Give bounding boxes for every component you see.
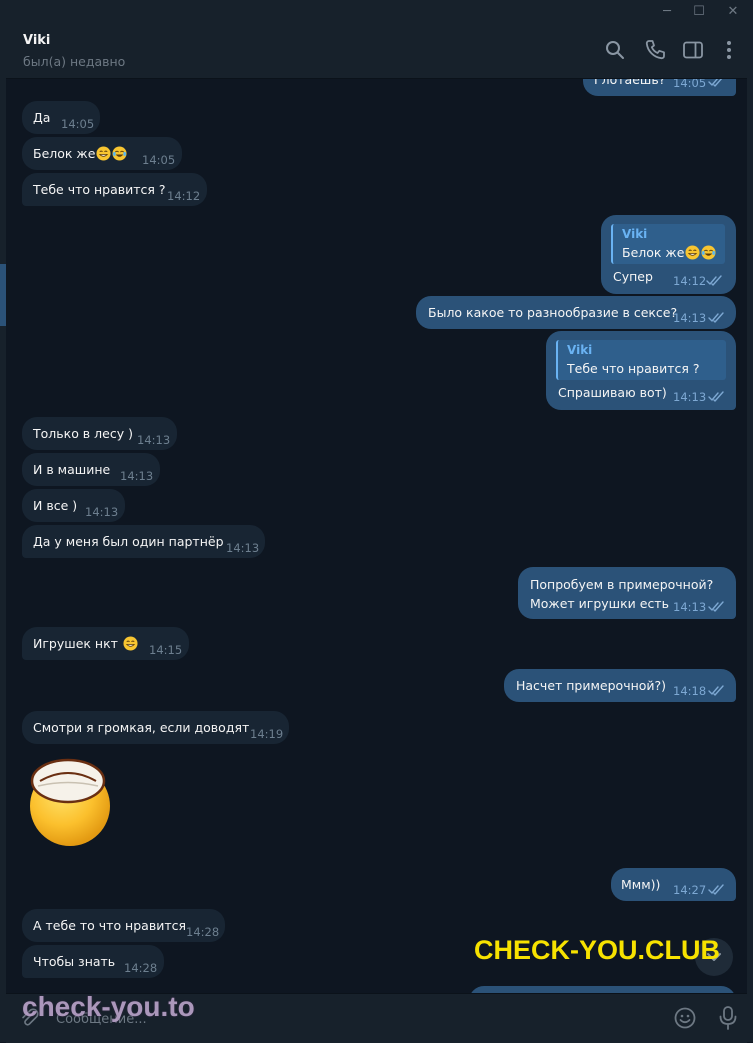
message-text: Спрашиваю вот) xyxy=(558,385,667,400)
message-text: Белок же xyxy=(33,146,127,161)
message-time: 14:13 xyxy=(673,390,707,404)
more-icon[interactable] xyxy=(717,38,741,62)
reply-text: Белок же xyxy=(622,245,716,260)
message-incoming[interactable]: Игрушек нкт 14:15 xyxy=(22,627,189,660)
message-outgoing[interactable]: Глотаешь? 14:05 xyxy=(583,79,736,96)
message-text: Ммм)) xyxy=(621,877,661,892)
right-panel-edge xyxy=(747,24,753,1042)
watermark-bottom: check-you.to xyxy=(22,991,195,1022)
message-time: 14:27 xyxy=(673,883,707,897)
message-text: Только в лесу ) xyxy=(33,426,133,441)
reply-quote[interactable]: Viki Белок же xyxy=(611,224,725,264)
grin-emoji-icon xyxy=(96,146,111,161)
reply-author: Viki xyxy=(622,227,648,241)
message-text: Да xyxy=(33,110,51,125)
message-outgoing[interactable]: Попробуем в примерочной? Может игрушки е… xyxy=(518,567,736,619)
read-check-icon xyxy=(708,391,724,402)
message-text: Да у меня был один партнёр xyxy=(33,534,224,549)
message-time: 14:13 xyxy=(226,541,260,555)
message-time: 14:15 xyxy=(149,643,183,657)
message-text: Смотри я громкая, если доводят xyxy=(33,720,250,735)
message-time: 14:13 xyxy=(85,505,119,519)
message-outgoing-partial[interactable] xyxy=(469,986,736,993)
message-time: 14:13 xyxy=(137,433,171,447)
message-incoming[interactable]: Только в лесу ) 14:13 xyxy=(22,417,177,450)
message-time: 14:28 xyxy=(124,961,158,975)
reply-author: Viki xyxy=(567,343,593,357)
message-incoming[interactable]: Да 14:05 xyxy=(22,101,100,134)
read-check-icon xyxy=(708,685,724,696)
message-incoming[interactable]: Чтобы знать 14:28 xyxy=(22,945,164,978)
microphone-icon[interactable] xyxy=(717,1005,739,1031)
message-time: 14:19 xyxy=(250,727,284,741)
watermark-top: CHECK-YOU.CLUB xyxy=(474,935,720,965)
title-bar: ─ ☐ ✕ xyxy=(0,0,753,24)
phone-icon[interactable] xyxy=(643,38,667,62)
message-text: Супер xyxy=(613,269,653,284)
message-text-line: Попробуем в примерочной? xyxy=(530,577,714,592)
message-list[interactable]: Глотаешь? 14:05 Да 14:05 Белок же 14:05 … xyxy=(6,79,747,993)
message-text: Глотаешь? xyxy=(594,79,666,87)
message-text: А тебе то что нравится xyxy=(33,918,186,933)
emoji-icon[interactable] xyxy=(673,1006,697,1030)
grin-emoji-icon xyxy=(685,245,700,260)
message-time: 14:05 xyxy=(673,79,707,90)
contact-status: был(а) недавно xyxy=(23,54,126,69)
message-time: 14:28 xyxy=(186,925,220,939)
message-outgoing[interactable]: Насчет примерочной?) 14:18 xyxy=(504,669,736,702)
read-check-icon xyxy=(708,79,723,87)
sidebar-toggle-icon[interactable] xyxy=(681,38,705,62)
message-outgoing[interactable]: Было какое то разнообразие в сексе? 14:1… xyxy=(416,296,736,329)
close-button[interactable]: ✕ xyxy=(718,0,748,24)
message-time: 14:13 xyxy=(673,311,707,325)
read-check-icon xyxy=(708,884,724,895)
minimize-button[interactable]: ─ xyxy=(652,0,682,24)
reply-text: Тебе что нравится ? xyxy=(567,361,700,376)
sticker-halo-emoji[interactable] xyxy=(26,755,114,847)
message-time: 14:18 xyxy=(673,684,707,698)
message-incoming[interactable]: Да у меня был один партнёр 14:13 xyxy=(22,525,265,558)
message-text: И все ) xyxy=(33,498,78,513)
read-check-icon xyxy=(708,312,724,323)
chat-header[interactable]: Viki был(а) недавно xyxy=(6,24,747,79)
message-incoming[interactable]: Тебе что нравится ? 14:12 xyxy=(22,173,207,206)
search-icon[interactable] xyxy=(603,38,627,62)
grin-emoji-icon xyxy=(123,636,138,651)
message-time: 14:13 xyxy=(673,600,707,614)
message-text: Чтобы знать xyxy=(33,954,116,969)
message-incoming[interactable]: И в машине 14:13 xyxy=(22,453,160,486)
message-text: Тебе что нравится ? xyxy=(33,182,166,197)
reply-quote[interactable]: Viki Тебе что нравится ? xyxy=(556,340,726,380)
message-incoming[interactable]: И все ) 14:13 xyxy=(22,489,125,522)
message-incoming[interactable]: А тебе то что нравится 14:28 xyxy=(22,909,225,942)
message-outgoing-reply[interactable]: Viki Тебе что нравится ? Спрашиваю вот) … xyxy=(546,331,736,410)
message-text-content: Белок же xyxy=(33,146,96,161)
message-time: 14:12 xyxy=(167,189,201,203)
message-time: 14:05 xyxy=(142,153,176,167)
message-incoming[interactable]: Белок же 14:05 xyxy=(22,137,182,170)
read-check-icon xyxy=(706,275,722,286)
read-check-icon xyxy=(708,601,724,612)
message-outgoing-reply[interactable]: Viki Белок же Супер 14:12 xyxy=(601,215,736,294)
reply-text-content: Белок же xyxy=(622,245,685,260)
telegram-window: ─ ☐ ✕ Viki был(а) недавно Глотаешь? 14:0… xyxy=(0,0,753,1043)
joy-emoji-icon xyxy=(701,245,716,260)
message-time: 14:12 xyxy=(673,274,707,288)
message-incoming[interactable]: Смотри я громкая, если доводят 14:19 xyxy=(22,711,289,744)
message-outgoing[interactable]: Ммм)) 14:27 xyxy=(611,868,736,901)
message-time: 14:05 xyxy=(61,117,95,131)
joy-emoji-icon xyxy=(112,146,127,161)
message-time: 14:13 xyxy=(120,469,154,483)
maximize-button[interactable]: ☐ xyxy=(684,0,714,24)
message-text: Игрушек нкт xyxy=(33,636,138,651)
message-text: И в машине xyxy=(33,462,111,477)
message-text-line: Может игрушки есть xyxy=(530,596,669,611)
message-text-content: Игрушек нкт xyxy=(33,636,118,651)
contact-name[interactable]: Viki xyxy=(23,33,50,48)
message-text: Было какое то разнообразие в сексе? xyxy=(428,305,678,320)
message-text: Насчет примерочной?) xyxy=(516,678,667,693)
